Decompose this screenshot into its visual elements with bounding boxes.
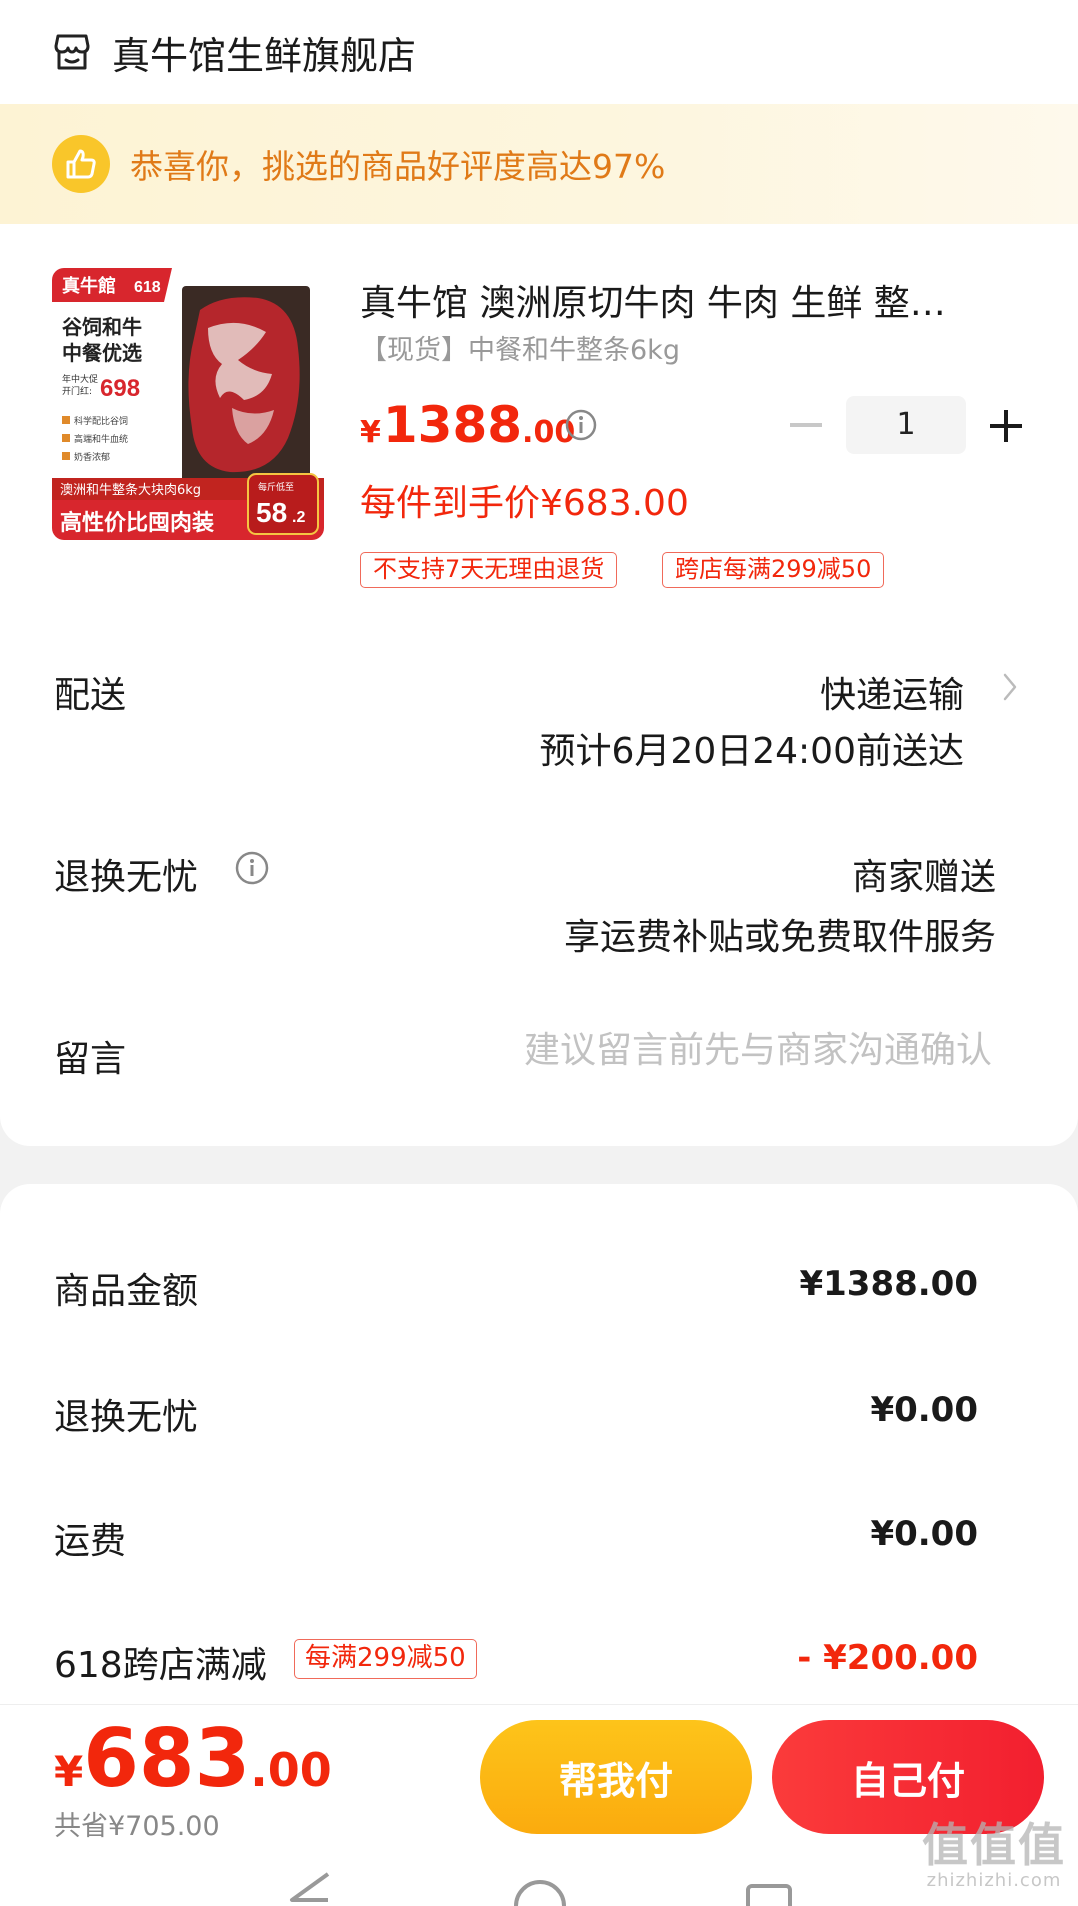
nav-home-icon	[514, 1880, 566, 1906]
info-icon[interactable]	[234, 850, 270, 886]
price-currency: ¥	[360, 415, 381, 450]
image-headline1: 谷饲和牛	[62, 315, 142, 339]
image-feature-1: 科学配比谷饲	[74, 415, 128, 427]
goods-amount-label: 商品金额	[54, 1271, 199, 1312]
image-promo-price: 698	[100, 375, 140, 402]
returns-value: 商家赠送	[851, 857, 996, 898]
total-saved: 共省¥705.00	[54, 1811, 220, 1842]
returns-desc: 享运费补贴或免费取件服务	[563, 917, 996, 958]
image-brand: 真牛館	[62, 275, 116, 297]
image-event: 618	[134, 279, 161, 296]
delivery-eta: 预计6月20日24:00前送达	[539, 731, 964, 772]
watermark-logo: 值值值	[922, 1818, 1066, 1872]
discount-value: - ¥200.00	[797, 1638, 978, 1678]
total-currency: ¥	[54, 1747, 84, 1796]
delivery-label: 配送	[54, 675, 127, 716]
thumbs-up-icon	[52, 135, 110, 193]
product-price: ¥ 1388 .00	[360, 396, 575, 454]
cross-store-discount-tag: 跨店每满299减50	[662, 552, 885, 588]
image-badge-label: 每斤低至	[258, 481, 294, 493]
discount-tag: 每满299减50	[294, 1639, 477, 1679]
praise-text: 恭喜你，挑选的商品好评度高达97%	[130, 147, 666, 186]
image-headline2: 中餐优选	[62, 341, 142, 365]
image-promo-label2: 开门红:	[62, 385, 92, 397]
image-feature-2: 高端和牛血统	[74, 433, 128, 445]
system-nav-bar	[290, 1872, 792, 1906]
returns-fee-value: ¥0.00	[870, 1390, 978, 1430]
image-strip: 澳洲和牛整条大块肉6kg	[60, 482, 201, 498]
store-name: 真牛馆生鲜旗舰店	[112, 33, 417, 78]
total-integer: 683	[83, 1712, 251, 1805]
minus-icon	[790, 423, 822, 427]
goods-amount-value: ¥1388.00	[799, 1264, 978, 1304]
image-feature-3: 奶香浓郁	[74, 451, 110, 463]
message-label: 留言	[54, 1039, 127, 1080]
total-decimal: .00	[250, 1743, 332, 1797]
quantity-increase-button[interactable]	[984, 404, 1028, 448]
returns-label: 退换无忧	[54, 857, 199, 898]
order-item-card: 真牛馆生鲜旗舰店 恭喜你，挑选的商品好评度高达97% 真牛館 618 谷饲和牛 …	[0, 0, 1078, 1146]
image-badge-price: 58	[256, 497, 287, 528]
delivery-method[interactable]: 快递运输	[820, 666, 964, 718]
discount-label: 618跨店满减	[54, 1645, 267, 1686]
pay-myself-button[interactable]: 自己付	[772, 1720, 1044, 1834]
image-promo-label1: 年中大促	[62, 373, 98, 385]
product-image[interactable]: 真牛館 618 谷饲和牛 中餐优选 年中大促 开门红: 698 科学配比谷饲 高…	[52, 268, 324, 540]
store-header[interactable]: 真牛馆生鲜旗舰店	[0, 0, 1078, 104]
nav-back-icon	[290, 1872, 330, 1902]
watermark-url: zhizhizhi.com	[926, 1870, 1062, 1891]
store-icon	[54, 34, 90, 70]
message-input[interactable]	[432, 1030, 992, 1071]
returns-fee-label: 退换无忧	[54, 1397, 199, 1438]
price-integer: 1388	[382, 396, 523, 454]
help-me-pay-button[interactable]: 帮我付	[480, 1720, 752, 1834]
product-spec[interactable]: 【现货】中餐和牛整条6kg	[360, 328, 680, 367]
quantity-decrease-button[interactable]	[786, 404, 826, 448]
total-price: ¥ 683 .00	[54, 1712, 332, 1805]
deal-price: 每件到手价¥683.00	[360, 483, 689, 524]
image-slogan: 高性价比囤肉装	[60, 510, 214, 536]
shipping-label: 运费	[54, 1521, 127, 1562]
image-badge-price-dec: .2	[292, 509, 305, 526]
praise-banner: 恭喜你，挑选的商品好评度高达97%	[0, 104, 1078, 224]
shipping-value: ¥0.00	[870, 1514, 978, 1554]
product-title[interactable]: 真牛馆 澳洲原切牛肉 牛肉 生鲜 整…	[360, 274, 1000, 326]
checkout-page: 真牛馆生鲜旗舰店 恭喜你，挑选的商品好评度高达97% 真牛館 618 谷饲和牛 …	[0, 0, 1078, 1906]
chevron-right-icon[interactable]	[1000, 668, 1020, 706]
watermark: 值值值 zhizhizhi.com	[922, 1820, 1066, 1891]
nav-recents-icon	[746, 1884, 792, 1906]
no-return-tag: 不支持7天无理由退货	[360, 552, 618, 588]
info-icon[interactable]	[564, 408, 598, 442]
plus-icon	[990, 410, 1022, 442]
quantity-input[interactable]: 1	[846, 396, 966, 454]
